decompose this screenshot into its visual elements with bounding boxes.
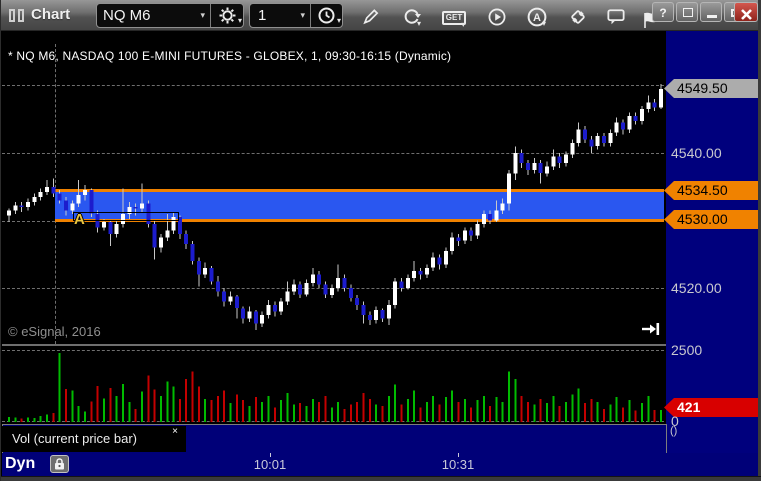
chevron-down-icon: ▾ bbox=[416, 18, 421, 28]
price-tag-zone[interactable]: 4534.50 bbox=[664, 181, 758, 200]
price-axis-label: () bbox=[670, 425, 678, 437]
chevron-down-icon: ▾ bbox=[541, 18, 546, 28]
pencil-icon bbox=[363, 9, 379, 25]
volume-study-tab[interactable]: Vol (current price bar) × bbox=[2, 426, 186, 452]
chart-window: Chart NQ M6 ▾ ▾ 1 ▾ ▾ ▾ GET ▾ A ▾ ? A * … bbox=[0, 0, 761, 481]
padlock-icon bbox=[55, 458, 64, 470]
refresh-button[interactable]: ▾ bbox=[397, 5, 427, 28]
time-label: 10:01 bbox=[253, 457, 287, 472]
auto-trade-button[interactable]: A ▾ bbox=[522, 5, 552, 28]
clock-icon bbox=[318, 7, 335, 24]
interval-group: 1 ▾ ▾ bbox=[249, 3, 343, 28]
symbol-dropdown-icon[interactable]: ▾ bbox=[200, 11, 205, 20]
help-button[interactable]: ? bbox=[652, 2, 674, 22]
svg-text:A: A bbox=[533, 12, 541, 24]
draw-tool-button[interactable] bbox=[356, 5, 386, 28]
notes-button[interactable] bbox=[601, 5, 631, 28]
interval-dropdown-icon[interactable]: ▾ bbox=[300, 11, 305, 20]
lock-button[interactable] bbox=[50, 455, 69, 473]
price-tag-last: 4549.50 bbox=[664, 79, 758, 98]
price-tag-zone[interactable]: 4530.00 bbox=[664, 210, 758, 229]
gear-icon bbox=[219, 7, 235, 24]
time-template-button[interactable]: ▾ bbox=[311, 7, 342, 25]
get-data-button[interactable]: GET ▾ bbox=[439, 5, 469, 29]
time-label: 10:31 bbox=[441, 457, 475, 472]
go-to-latest-button[interactable] bbox=[642, 322, 660, 336]
pane-divider[interactable] bbox=[2, 344, 758, 346]
bottom-bar: Dyn 10:01 10:31 bbox=[2, 453, 758, 476]
volume-layer bbox=[8, 352, 662, 422]
close-button[interactable] bbox=[734, 2, 758, 22]
price-axis-label: 2500 bbox=[671, 342, 703, 358]
price-axis-label: 4520.00 bbox=[671, 280, 722, 296]
marker-a-label: A bbox=[74, 211, 85, 228]
candlestick-layer bbox=[7, 83, 663, 331]
chart-window-icon bbox=[9, 9, 27, 22]
play-icon bbox=[488, 8, 506, 25]
titlebar: Chart NQ M6 ▾ ▾ 1 ▾ ▾ ▾ GET ▾ A ▾ ? bbox=[1, 0, 761, 31]
copyright-watermark: © eSignal, 2016 bbox=[8, 324, 101, 339]
interval-input[interactable]: 1 bbox=[250, 7, 274, 24]
close-study-icon[interactable]: × bbox=[172, 427, 178, 437]
replay-button[interactable] bbox=[482, 5, 512, 28]
price-axis-label: 4540.00 bbox=[671, 145, 722, 161]
chevron-down-icon: ▾ bbox=[336, 16, 341, 25]
diamond-icon bbox=[571, 9, 585, 24]
symbol-settings-button[interactable]: ▾ bbox=[211, 7, 243, 25]
chat-bubble-icon bbox=[607, 8, 625, 24]
link-tool-button[interactable] bbox=[563, 5, 593, 28]
window-title: Chart bbox=[31, 6, 71, 23]
chevron-down-icon: ▾ bbox=[461, 20, 466, 29]
popout-icon bbox=[683, 8, 693, 17]
minimize-button[interactable] bbox=[700, 2, 722, 22]
window-edge bbox=[1, 476, 761, 481]
price-axis[interactable]: 4549.50 4540.00 4534.50 4530.00 4520.00 2500 4… bbox=[664, 31, 758, 476]
symbol-input[interactable]: NQ M6 bbox=[97, 7, 157, 24]
popout-button[interactable] bbox=[676, 2, 698, 22]
chevron-down-icon: ▾ bbox=[237, 16, 242, 25]
close-icon bbox=[741, 8, 752, 20]
dyn-mode-label[interactable]: Dyn bbox=[5, 455, 35, 473]
symbol-group: NQ M6 ▾ ▾ bbox=[96, 3, 244, 28]
arrow-to-end-icon bbox=[642, 323, 660, 335]
chart-header: * NQ M6, NASDAQ 100 E-MINI FUTURES - GLO… bbox=[8, 49, 452, 63]
annotation-box[interactable] bbox=[73, 212, 179, 221]
minimize-icon bbox=[707, 15, 717, 18]
volume-study-label: Vol (current price bar) bbox=[12, 431, 137, 446]
